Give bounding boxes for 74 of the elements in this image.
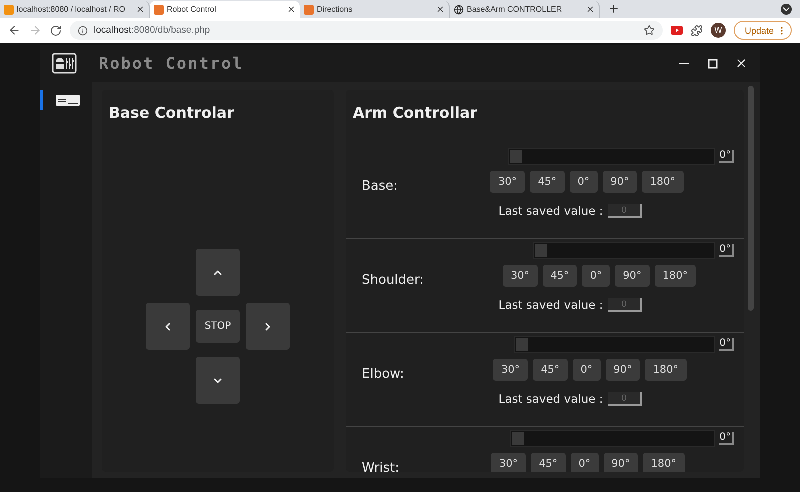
angle-value: 0° <box>718 432 734 444</box>
slider-track[interactable] <box>510 430 715 446</box>
left-button[interactable] <box>146 303 190 350</box>
site-icon <box>154 4 164 14</box>
slider-thumb[interactable] <box>512 432 524 444</box>
up-button[interactable] <box>196 249 240 296</box>
new-tab-icon[interactable] <box>608 3 620 15</box>
preset-button[interactable]: 30° <box>502 265 538 287</box>
close-icon[interactable] <box>436 5 445 14</box>
keyboard-icon <box>56 94 80 106</box>
close-icon[interactable] <box>586 5 595 14</box>
preset-button[interactable]: 90° <box>602 171 638 193</box>
tab-search-icon[interactable] <box>781 4 792 15</box>
preset-button[interactable]: 45° <box>542 265 578 287</box>
star-icon[interactable] <box>644 25 655 36</box>
right-button[interactable] <box>246 303 290 350</box>
preset-button[interactable]: 30° <box>493 359 528 381</box>
globe-icon <box>454 4 464 14</box>
angle-value: 0° <box>718 150 734 162</box>
site-icon <box>304 4 314 14</box>
angle-value: 0° <box>718 244 734 256</box>
slider-track[interactable] <box>508 148 715 164</box>
saved-value-label: Last saved value : <box>498 204 604 218</box>
stop-button[interactable]: STOP <box>196 310 240 343</box>
slider-track[interactable] <box>514 336 715 352</box>
saved-value-label: Last saved value : <box>498 298 604 312</box>
site-icon <box>4 4 14 14</box>
preset-button[interactable]: 90° <box>604 453 638 472</box>
joint-label: Elbow: <box>362 366 406 382</box>
slider-thumb[interactable] <box>510 150 522 162</box>
preset-button[interactable]: 180° <box>645 359 687 381</box>
panel-title: Arm Controllar <box>352 103 479 124</box>
saved-value-label: Last saved value : <box>498 392 604 406</box>
app-title: Robot Control <box>99 54 245 73</box>
minimize-icon <box>678 62 688 64</box>
preset-button[interactable]: 0° <box>582 265 610 287</box>
joint-label: Base: <box>362 178 400 194</box>
profile-avatar[interactable]: W <box>710 23 726 38</box>
maximize-icon <box>708 58 718 68</box>
preset-button[interactable]: 30° <box>491 453 526 472</box>
reload-icon[interactable] <box>50 24 62 36</box>
video-icon[interactable] <box>670 26 683 35</box>
close-icon[interactable] <box>287 5 296 14</box>
browser-tab[interactable]: Robot Control <box>150 1 300 18</box>
joint-label: Wrist: <box>362 460 400 472</box>
preset-button[interactable]: 45° <box>530 171 565 193</box>
panel-title: Base Controlar <box>108 103 236 124</box>
preset-button[interactable]: 45° <box>531 453 566 472</box>
close-icon <box>735 57 748 70</box>
update-button[interactable]: Update <box>734 21 792 40</box>
forward-icon[interactable] <box>29 24 42 37</box>
preset-button[interactable]: 30° <box>490 171 526 193</box>
scrollbar[interactable] <box>748 86 754 311</box>
info-icon <box>78 26 88 36</box>
preset-button[interactable]: 45° <box>533 359 568 381</box>
robot-logo-icon <box>52 53 77 74</box>
slider-thumb[interactable] <box>535 244 547 256</box>
slider-thumb[interactable] <box>516 338 528 350</box>
address-bar[interactable]: localhost:8080/db/base.php <box>70 21 663 40</box>
slider-track[interactable] <box>533 242 715 258</box>
preset-button[interactable]: 90° <box>606 359 640 381</box>
puzzle-icon[interactable] <box>690 24 703 36</box>
preset-button[interactable]: 180° <box>643 453 685 472</box>
joint-label: Shoulder: <box>362 272 426 288</box>
preset-button[interactable]: 90° <box>615 265 650 287</box>
preset-button[interactable]: 180° <box>642 171 684 193</box>
preset-button[interactable]: 0° <box>572 359 601 381</box>
back-icon[interactable] <box>8 24 21 37</box>
preset-button[interactable]: 0° <box>570 453 599 472</box>
down-button[interactable] <box>196 357 240 404</box>
angle-value: 0° <box>718 338 734 350</box>
preset-button[interactable]: 180° <box>654 265 696 287</box>
close-icon[interactable] <box>136 5 145 14</box>
preset-button[interactable]: 0° <box>570 171 598 193</box>
